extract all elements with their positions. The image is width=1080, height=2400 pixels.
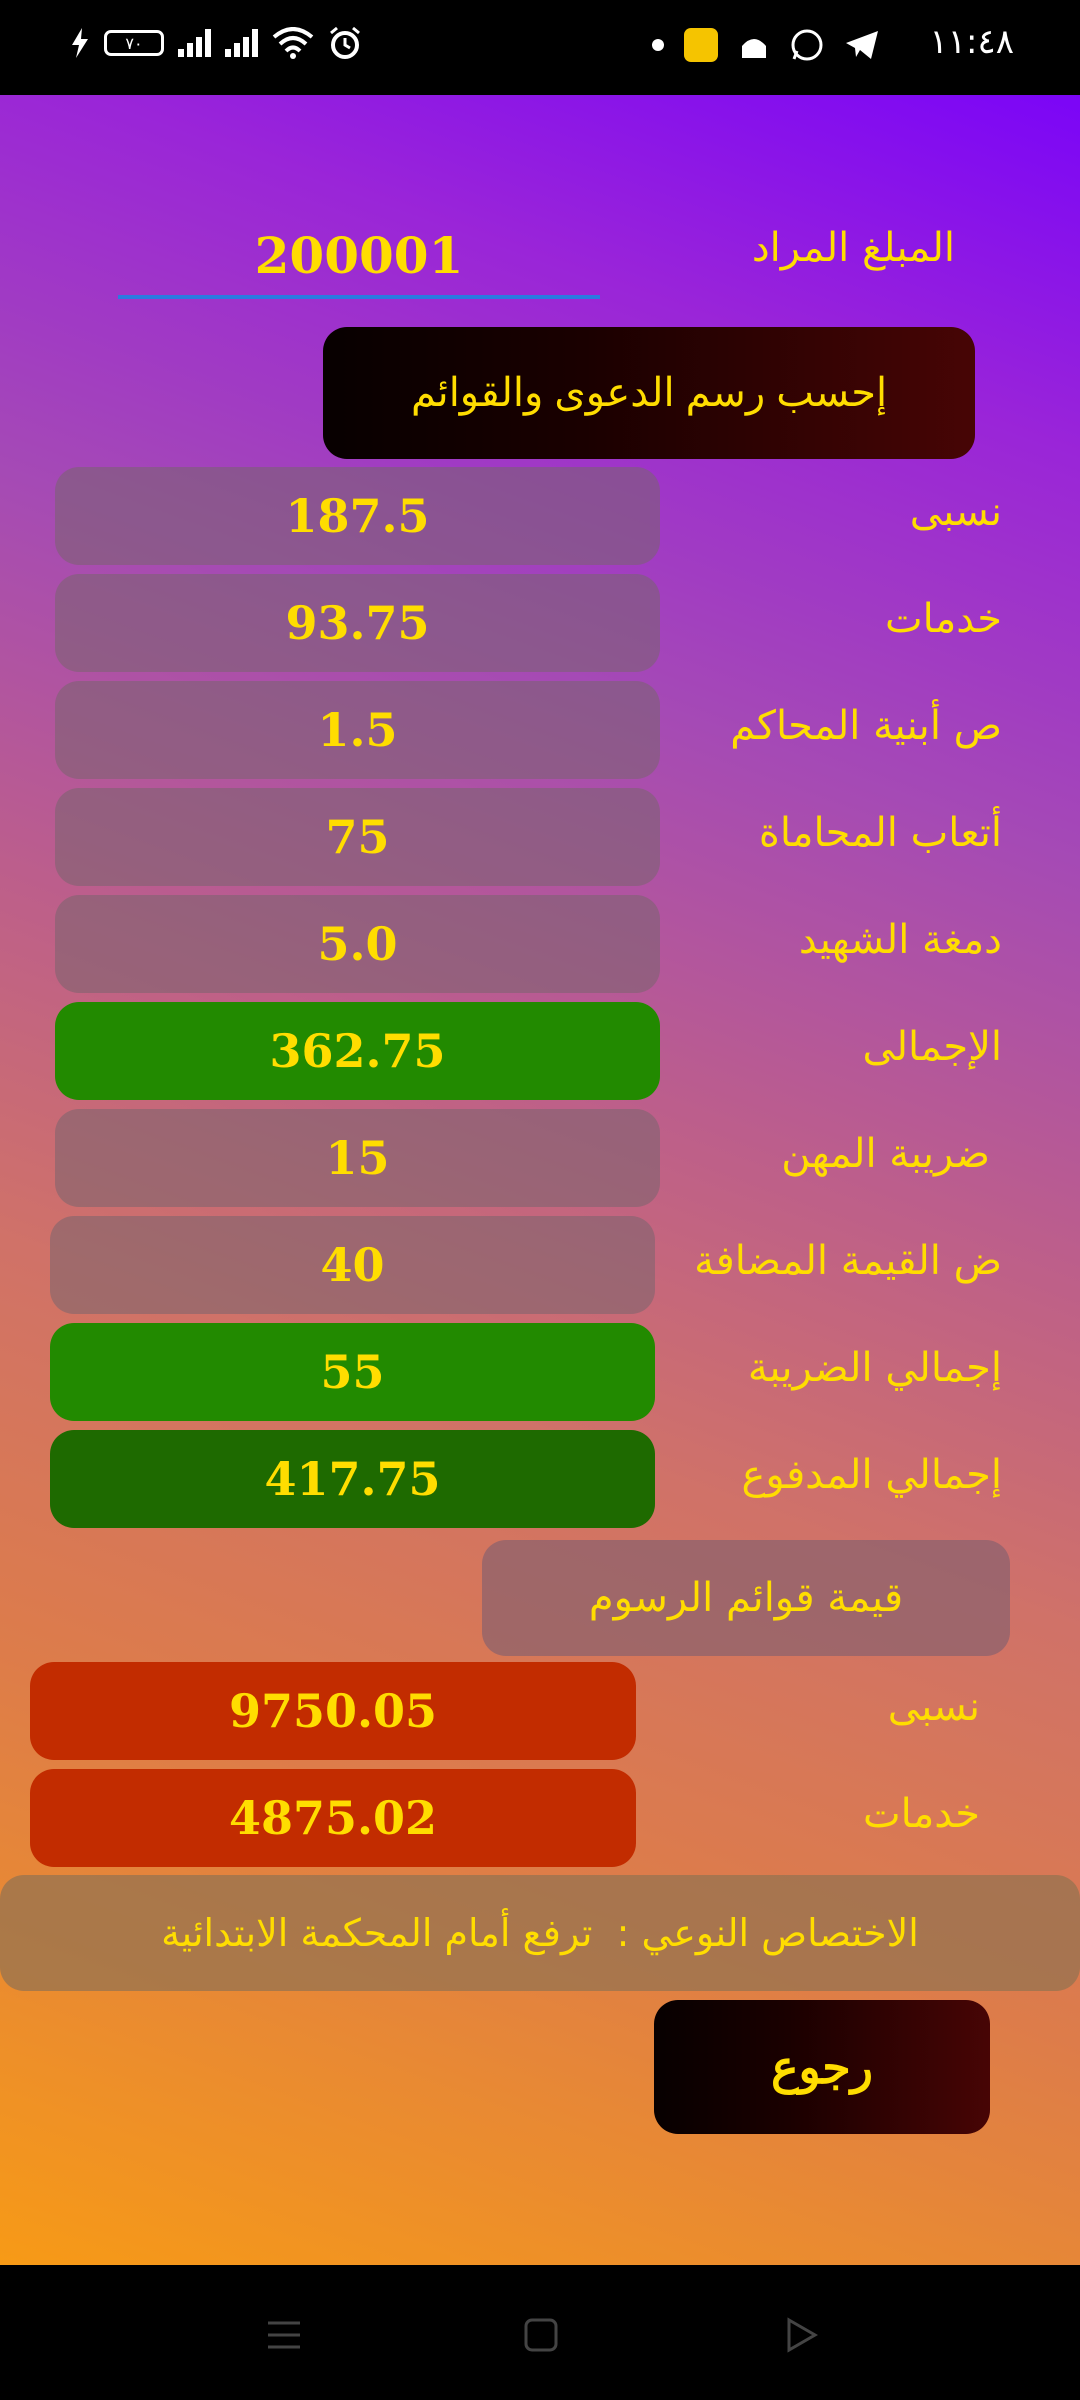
home-nav-icon[interactable] <box>511 2305 571 2365</box>
charging-icon <box>72 28 88 58</box>
result-value: 417.75 <box>50 1430 655 1528</box>
status-left-icons: ٧٠ <box>70 26 362 60</box>
list-value: 4875.02 <box>30 1769 636 1867</box>
amount-label: المبلغ المراد <box>751 225 955 271</box>
status-bar: ٧٠ ١١:٤٨ <box>0 0 1080 95</box>
result-value: 93.75 <box>55 574 660 672</box>
result-label: خدمات <box>885 596 1002 642</box>
back-nav-icon[interactable] <box>771 2305 831 2365</box>
navigation-bar <box>0 2265 1080 2400</box>
result-label: الإجمالى <box>862 1024 1003 1070</box>
calculate-button[interactable]: إحسب رسم الدعوى والقوائم <box>323 327 975 459</box>
result-value: 5.0 <box>55 895 660 993</box>
list-label: خدمات <box>863 1791 980 1837</box>
status-time: ١١:٤٨ <box>929 22 1014 62</box>
alarm-icon <box>330 26 360 59</box>
result-value: 15 <box>55 1109 660 1207</box>
mosque-icon <box>742 39 766 58</box>
back-button[interactable]: رجوع <box>654 2000 990 2134</box>
result-value: 40 <box>50 1216 655 1314</box>
result-value: 362.75 <box>55 1002 660 1100</box>
battery-level: ٧٠ <box>125 33 143 53</box>
status-right-icons <box>652 28 880 62</box>
amount-input[interactable] <box>118 215 600 299</box>
list-value: 9750.05 <box>30 1662 636 1760</box>
result-label: أتعاب المحاماة <box>758 810 1002 856</box>
result-value: 75 <box>55 788 660 886</box>
wifi-icon <box>272 27 314 59</box>
result-value: 1.5 <box>55 681 660 779</box>
menu-nav-icon[interactable] <box>254 2305 314 2365</box>
list-label: نسبى <box>887 1684 980 1730</box>
result-label: إجمالي الضريبة <box>747 1345 1002 1391</box>
jurisdiction-info: الاختصاص النوعي : ترفع أمام المحكمة الاب… <box>0 1875 1080 1991</box>
battery-icon: ٧٠ <box>104 30 164 56</box>
result-value: 55 <box>50 1323 655 1421</box>
telegram-icon <box>846 31 878 59</box>
dot-icon <box>652 39 664 51</box>
result-label: ض القيمة المضافة <box>694 1238 1002 1284</box>
signal-icon-2 <box>225 29 258 57</box>
result-label: ص أبنية المحاكم <box>730 703 1002 749</box>
result-label: إجمالي المدفوع <box>741 1452 1002 1498</box>
app-content: المبلغ المراد إحسب رسم الدعوى والقوائم ن… <box>0 95 1080 2265</box>
signal-icon-1 <box>178 29 211 57</box>
result-value: 187.5 <box>55 467 660 565</box>
app-notification-icon <box>684 28 718 62</box>
result-label: ضريبة المهن <box>781 1131 990 1177</box>
lists-title: قيمة قوائم الرسوم <box>482 1540 1010 1656</box>
whatsapp-icon <box>791 29 823 61</box>
result-label: نسبى <box>909 489 1002 535</box>
result-label: دمغة الشهيد <box>798 917 1002 963</box>
